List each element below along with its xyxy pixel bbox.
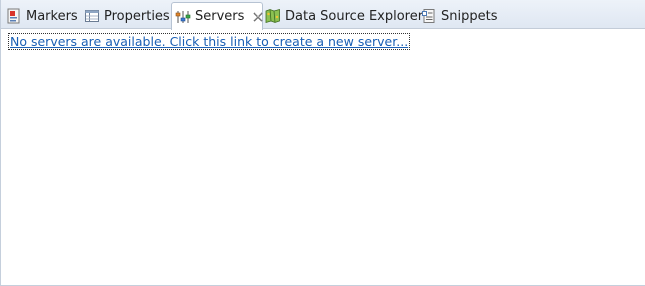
servers-view: Markers Properties Servers Data Source E… (0, 0, 645, 286)
view-tab-bar: Markers Properties Servers Data Source E… (1, 0, 645, 30)
tab-label: Data Source Explorer (285, 8, 424, 24)
tab-data-source-explorer[interactable]: Data Source Explorer (265, 3, 423, 29)
tab-servers[interactable]: Servers (171, 2, 263, 30)
create-new-server-link[interactable]: No servers are available. Click this lin… (7, 33, 411, 50)
servers-content-area: No servers are available. Click this lin… (1, 29, 645, 285)
snippets-icon (421, 8, 437, 24)
tab-label: Markers (26, 8, 78, 24)
markers-icon (6, 8, 22, 24)
close-tab-icon[interactable] (252, 11, 264, 23)
tab-label: Snippets (441, 8, 498, 24)
tab-properties[interactable]: Properties (84, 3, 170, 29)
servers-icon (175, 9, 191, 25)
tab-label: Properties (104, 8, 170, 24)
tab-label: Servers (195, 9, 245, 24)
data-source-explorer-icon (265, 8, 281, 24)
tab-snippets[interactable]: Snippets (421, 3, 501, 29)
properties-icon (84, 8, 100, 24)
tab-markers[interactable]: Markers (6, 3, 82, 29)
